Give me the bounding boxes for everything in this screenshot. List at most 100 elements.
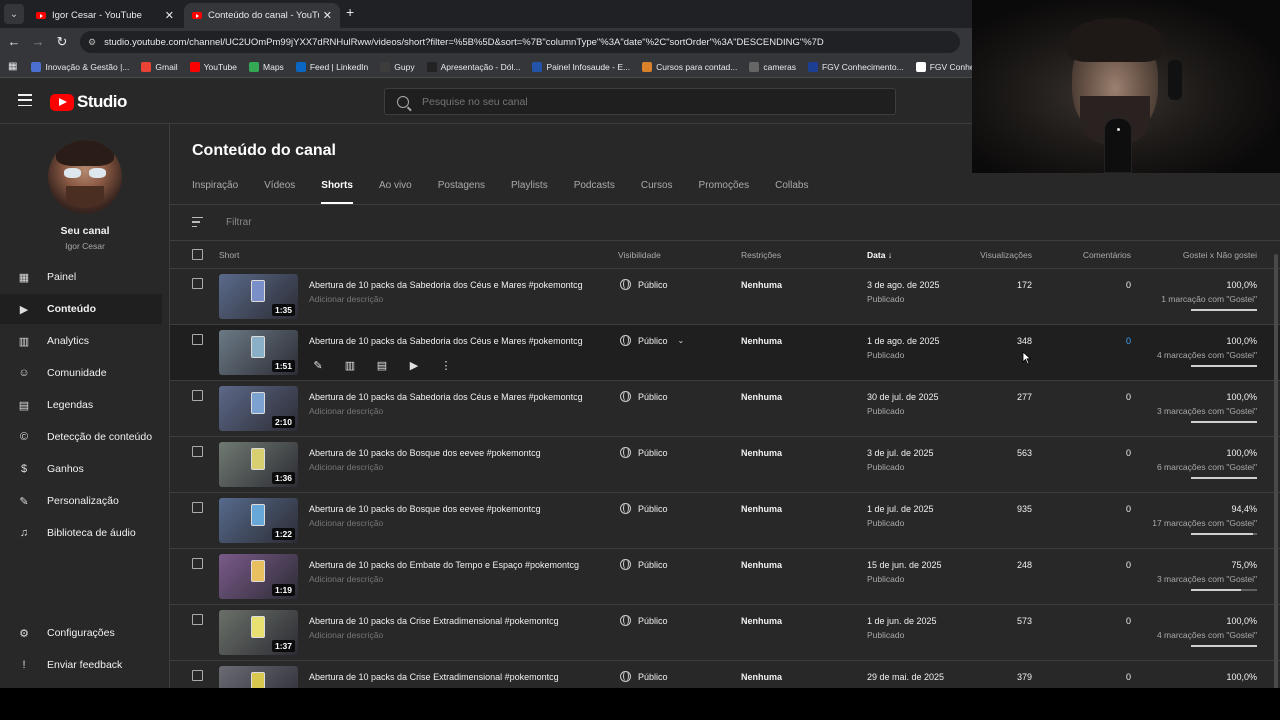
add-description-link[interactable]: Adicionar descrição (309, 518, 383, 528)
video-thumbnail[interactable]: 1:51 (219, 330, 298, 375)
new-tab-button[interactable]: + (346, 4, 354, 20)
bookmark-item[interactable]: FGV Conhecimento... (807, 61, 904, 72)
tab-shorts[interactable]: Shorts (321, 178, 353, 204)
video-title[interactable]: Abertura de 10 packs da Sabedoria dos Cé… (309, 392, 583, 402)
sidebar-item-feedback[interactable]: ! Enviar feedback (0, 650, 170, 680)
row-checkbox[interactable] (192, 502, 203, 513)
sidebar-item-audio-library[interactable]: ♫ Biblioteca de áudio (0, 518, 170, 548)
forward-arrow-icon[interactable]: → (30, 34, 46, 50)
bookmark-item[interactable]: cameras (749, 61, 796, 72)
search-input[interactable] (422, 95, 862, 108)
video-thumbnail[interactable] (219, 666, 298, 688)
video-title[interactable]: Abertura de 10 packs da Crise Extradimen… (309, 616, 559, 626)
column-header-date[interactable]: Data ↓ (867, 250, 892, 260)
sidebar-item-customization[interactable]: ✎ Personalização (0, 486, 170, 516)
add-description-link[interactable]: Adicionar descrição (309, 294, 383, 304)
comments-count[interactable]: 0 (1126, 336, 1131, 346)
address-bar[interactable]: ⚙ studio.youtube.com/channel/UC2UOmPm99j… (80, 31, 960, 53)
row-checkbox[interactable] (192, 614, 203, 625)
video-thumbnail[interactable]: 1:22 (219, 498, 298, 543)
more-options-icon[interactable]: ⋮ (438, 357, 454, 373)
bookmark-item[interactable]: Cursos para contad... (642, 61, 737, 72)
site-info-icon[interactable]: ⚙ (88, 37, 96, 48)
reload-icon[interactable]: ↻ (54, 34, 70, 50)
video-thumbnail[interactable]: 1:35 (219, 274, 298, 319)
video-title[interactable]: Abertura de 10 packs do Embate do Tempo … (309, 560, 579, 570)
video-thumbnail[interactable]: 2:10 (219, 386, 298, 431)
tab-v-deos[interactable]: Vídeos (264, 178, 295, 204)
tab-podcasts[interactable]: Podcasts (574, 178, 615, 204)
row-checkbox[interactable] (192, 278, 203, 289)
add-description-link[interactable]: Adicionar descrição (309, 462, 383, 472)
analytics-icon[interactable]: ▥ (342, 357, 358, 373)
table-row[interactable]: 1:19 Abertura de 10 packs do Embate do Te… (170, 549, 1280, 605)
bookmark-item[interactable]: YouTube (189, 61, 237, 72)
table-row[interactable]: 2:10 Abertura de 10 packs da Sabedoria do… (170, 381, 1280, 437)
bookmark-item[interactable]: Feed | LinkedIn (295, 61, 368, 72)
channel-avatar[interactable] (48, 140, 122, 214)
bookmark-item[interactable]: Maps (249, 61, 284, 72)
add-description-link[interactable]: Adicionar descrição (309, 406, 383, 416)
sidebar-item-settings[interactable]: ⚙ Configurações (0, 618, 170, 648)
sidebar-item-community[interactable]: ☺ Comunidade (0, 358, 170, 388)
chevron-down-icon[interactable]: ⌄ (678, 336, 685, 345)
column-header-visibility[interactable]: Visibilidade (618, 250, 661, 260)
row-checkbox[interactable] (192, 390, 203, 401)
video-thumbnail[interactable]: 1:19 (219, 554, 298, 599)
add-description-link[interactable]: Adicionar descrição (309, 574, 383, 584)
tab-cursos[interactable]: Cursos (641, 178, 673, 204)
menu-icon[interactable] (18, 94, 32, 106)
studio-logo[interactable]: Studio (50, 92, 127, 112)
video-title[interactable]: Abertura de 10 packs da Crise Extradimen… (309, 672, 559, 682)
filter-icon[interactable] (192, 217, 203, 227)
add-description-link[interactable]: Adicionar descrição (309, 630, 383, 640)
close-icon[interactable]: ✕ (323, 9, 332, 22)
table-row[interactable]: 1:22 Abertura de 10 packs do Bosque dos e… (170, 493, 1280, 549)
comments-icon[interactable]: ▤ (374, 357, 390, 373)
sidebar-item-content[interactable]: ▶ Conteúdo (0, 294, 162, 324)
youtube-watch-icon[interactable]: ▶ (406, 357, 422, 373)
browser-tab-2[interactable]: Conteúdo do canal - YouTube Studio ✕ (184, 3, 340, 28)
tab-collabs[interactable]: Collabs (775, 178, 808, 204)
column-header-restrictions[interactable]: Restrições (741, 250, 781, 260)
table-row[interactable]: 1:37 Abertura de 10 packs da Crise Extrad… (170, 605, 1280, 661)
select-all-checkbox[interactable] (192, 249, 203, 260)
video-thumbnail[interactable]: 1:36 (219, 442, 298, 487)
bookmark-item[interactable]: Gmail (141, 61, 178, 72)
tab-search-button[interactable]: ⌄ (4, 4, 24, 24)
back-arrow-icon[interactable]: ← (6, 34, 22, 50)
video-title[interactable]: Abertura de 10 packs da Sabedoria dos Cé… (309, 336, 583, 346)
row-checkbox[interactable] (192, 334, 203, 345)
filter-input[interactable]: Filtrar (226, 217, 252, 228)
bookmark-item[interactable]: Inovação & Gestão |... (31, 61, 129, 72)
column-header-likes[interactable]: Gostei x Não gostei (1183, 250, 1257, 260)
visibility-cell[interactable]: Público ⌄ (620, 335, 684, 346)
scrollbar[interactable] (1274, 254, 1278, 688)
column-header-views[interactable]: Visualizações (980, 250, 1032, 260)
table-row[interactable]: 1:35 Abertura de 10 packs da Sabedoria do… (170, 269, 1280, 325)
video-thumbnail[interactable]: 1:37 (219, 610, 298, 655)
tab-ao-vivo[interactable]: Ao vivo (379, 178, 412, 204)
sidebar-item-earn[interactable]: $ Ganhos (0, 454, 170, 484)
tab-promo-es[interactable]: Promoções (699, 178, 750, 204)
tab-inspira-o[interactable]: Inspiração (192, 178, 238, 204)
row-checkbox[interactable] (192, 670, 203, 681)
table-row[interactable]: 1:36 Abertura de 10 packs do Bosque dos e… (170, 437, 1280, 493)
apps-grid-icon[interactable]: ▦ (8, 61, 17, 72)
tab-postagens[interactable]: Postagens (438, 178, 485, 204)
sidebar-item-dashboard[interactable]: ▦ Painel (0, 262, 170, 292)
bookmark-item[interactable]: Painel Infosaude - E... (532, 61, 630, 72)
sidebar-item-copyright[interactable]: © Detecção de conteúdo (0, 422, 170, 452)
video-title[interactable]: Abertura de 10 packs do Bosque dos eevee… (309, 448, 541, 458)
edit-icon[interactable]: ✎ (310, 357, 326, 373)
browser-tab-1[interactable]: Igor Cesar - YouTube ✕ (28, 3, 182, 28)
tab-playlists[interactable]: Playlists (511, 178, 548, 204)
table-row[interactable]: Abertura de 10 packs da Crise Extradimen… (170, 661, 1280, 688)
video-title[interactable]: Abertura de 10 packs do Bosque dos eevee… (309, 504, 541, 514)
sidebar-item-subtitles[interactable]: ▤ Legendas (0, 390, 170, 420)
sidebar-item-analytics[interactable]: ▥ Analytics (0, 326, 170, 356)
bookmark-item[interactable]: Apresentação - Dól... (426, 61, 520, 72)
close-icon[interactable]: ✕ (165, 9, 174, 22)
table-row[interactable]: 1:51 Abertura de 10 packs da Sabedoria do… (170, 325, 1280, 381)
channel-search[interactable] (384, 88, 896, 115)
